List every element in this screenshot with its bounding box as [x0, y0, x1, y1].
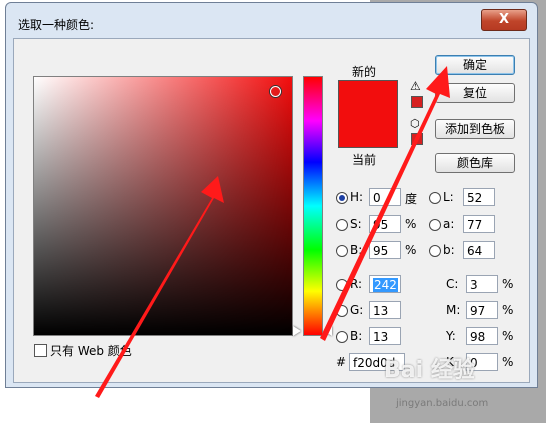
watermark-url: jingyan.baidu.com: [396, 398, 489, 409]
annotation-arrow-ok: [320, 66, 450, 341]
watermark-logo: Bai 经验: [384, 358, 475, 383]
annotation-arrow-field: [95, 176, 224, 398]
